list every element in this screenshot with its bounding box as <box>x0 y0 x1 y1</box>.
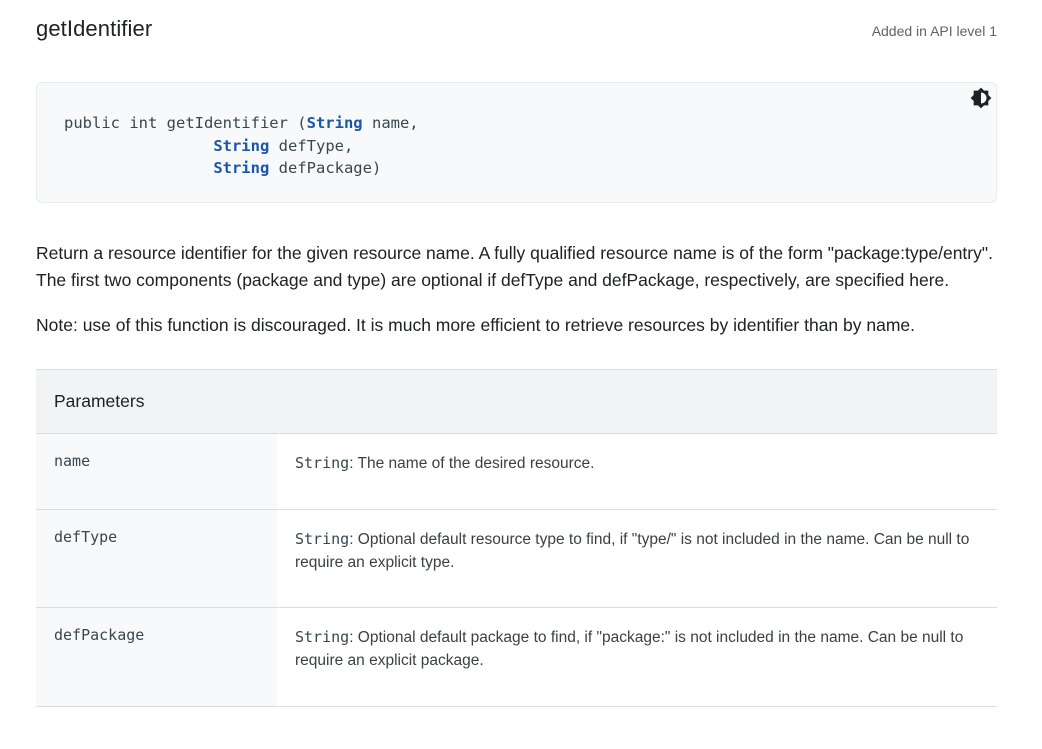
signature-indent <box>64 159 213 177</box>
signature-param-type: String <box>213 136 270 155</box>
param-description-text: : The name of the desired resource. <box>349 455 595 472</box>
param-description: String: The name of the desired resource… <box>277 433 997 510</box>
method-title: getIdentifier <box>36 16 153 41</box>
table-row: name String: The name of the desired res… <box>36 433 997 510</box>
method-signature-code-block: public int getIdentifier (String name, S… <box>36 82 997 203</box>
param-description-text: : Optional default resource type to find… <box>295 531 970 571</box>
signature-param-name: name, <box>371 114 419 132</box>
signature-prefix: public int getIdentifier ( <box>64 114 307 132</box>
signature-param-type: String <box>213 159 270 177</box>
api-level-label: Added in API level 1 <box>871 23 997 39</box>
table-row: defPackage String: Optional default pack… <box>36 607 997 707</box>
param-description: String: Optional default resource type t… <box>277 509 997 608</box>
method-doc: getIdentifier Added in API level 1 publi… <box>36 0 997 707</box>
param-type-link[interactable]: String <box>295 628 349 646</box>
param-type-link[interactable]: String <box>295 454 349 472</box>
method-header: getIdentifier Added in API level 1 <box>36 0 997 82</box>
param-name: name <box>36 433 277 510</box>
signature-param-type: String <box>306 114 363 132</box>
param-description: String: Optional default package to find… <box>277 607 997 707</box>
param-name: defPackage <box>36 607 277 707</box>
parameters-heading: Parameters <box>36 369 997 434</box>
param-name: defType <box>36 509 277 608</box>
description-paragraph: Return a resource identifier for the giv… <box>36 243 993 290</box>
param-type-link[interactable]: String <box>295 530 349 548</box>
parameters-table: Parameters name String: The name of the … <box>36 369 997 707</box>
param-description-text: : Optional default package to find, if "… <box>295 629 964 669</box>
method-signature: public int getIdentifier (String name, S… <box>64 112 419 180</box>
signature-indent <box>64 137 213 155</box>
method-description: Return a resource identifier for the giv… <box>36 240 997 339</box>
description-note: Note: use of this function is discourage… <box>36 315 915 335</box>
signature-param-name: defType, <box>278 136 354 155</box>
contrast-icon[interactable] <box>970 87 992 109</box>
table-row: defType String: Optional default resourc… <box>36 509 997 608</box>
signature-param-name: defPackage) <box>278 159 382 177</box>
